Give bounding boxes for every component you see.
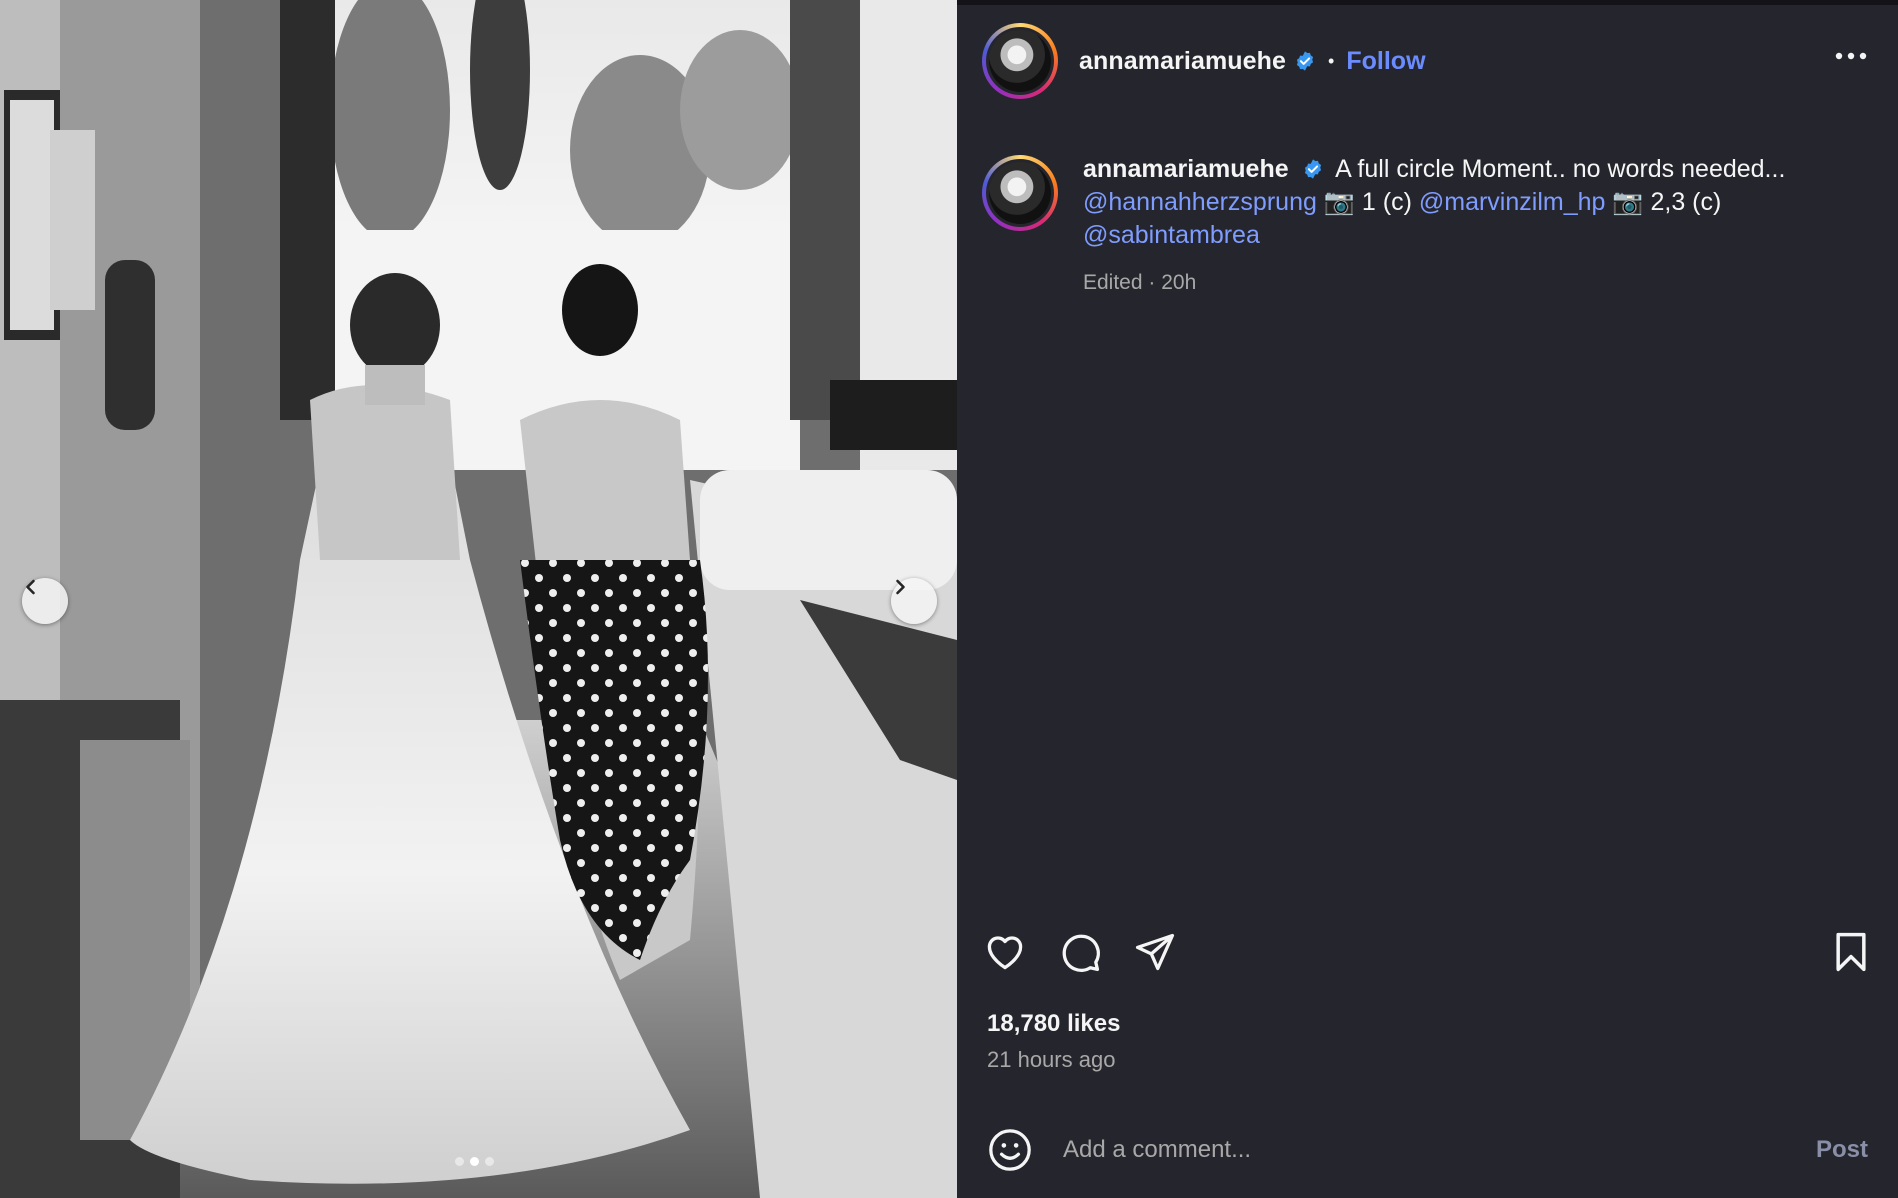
verified-badge-icon [1294,50,1316,72]
more-options-icon[interactable] [1835,47,1867,65]
action-bar [982,930,1873,978]
avatar-image [989,30,1051,92]
post-details-panel: annamariamuehe • Follow annamariamuehe A… [957,0,1898,1198]
emoji-picker-icon[interactable] [987,1127,1033,1173]
camera-emoji: 📷 [1323,188,1355,216]
comment-bubble-icon[interactable] [1057,930,1103,979]
caption-avatar[interactable] [982,155,1058,231]
top-divider [957,0,1898,5]
separator-dot: • [1328,50,1335,71]
post-media[interactable] [0,0,957,1198]
chevron-right-icon [896,579,905,595]
photo-credit: 2,3 (c) [1650,188,1722,216]
carousel-next-button[interactable] [891,578,937,624]
caption-text: A full circle Moment.. no words needed..… [1335,155,1786,183]
follow-button[interactable]: Follow [1346,47,1425,76]
post-caption: annamariamuehe A full circle Moment.. no… [982,153,1873,299]
share-send-icon[interactable] [1132,930,1178,979]
mention-link[interactable]: @hannahherzsprung [1083,188,1317,216]
comment-input[interactable] [1061,1135,1745,1165]
post-comment-button[interactable]: Post [1816,1136,1868,1164]
carousel-dot-active [470,1157,479,1166]
camera-emoji: 📷 [1612,188,1644,216]
carousel-indicator [455,1157,494,1166]
username-link[interactable]: annamariamuehe [1079,47,1286,76]
mention-link[interactable]: @marvinzilm_hp [1419,188,1606,216]
carousel-dot [455,1157,464,1166]
save-bookmark-icon[interactable] [1829,930,1873,979]
chevron-left-icon [26,579,35,595]
likes-count[interactable]: 18,780 likes [987,1010,1120,1038]
caption-username[interactable]: annamariamuehe [1083,155,1289,183]
caption-text-block: annamariamuehe A full circle Moment.. no… [1083,153,1843,299]
mention-link[interactable]: @sabintambrea [1083,221,1260,249]
avatar-image [989,162,1051,224]
post-timestamp[interactable]: 21 hours ago [987,1047,1115,1073]
avatar-frame [986,159,1054,227]
post-header: annamariamuehe • Follow [982,23,1873,99]
avatar-frame [986,27,1054,95]
edited-timestamp: Edited · 20h [1083,271,1197,294]
like-heart-icon[interactable] [982,930,1028,979]
photo-credit: 1 (c) [1361,188,1412,216]
avatar[interactable] [982,23,1058,99]
post-photo [0,0,957,1198]
comment-bar: Post [957,1115,1898,1185]
verified-badge-icon [1302,158,1324,180]
carousel-prev-button[interactable] [22,578,68,624]
carousel-dot [485,1157,494,1166]
